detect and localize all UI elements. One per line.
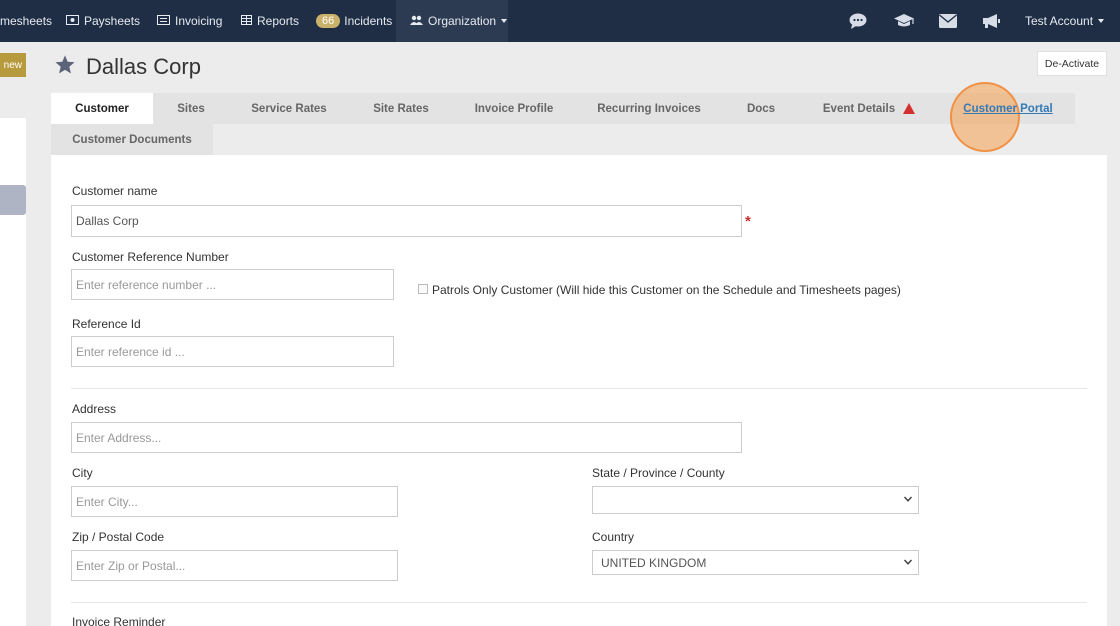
- city-input[interactable]: Enter City...: [71, 486, 398, 517]
- city-label: City: [72, 466, 93, 480]
- country-label: Country: [592, 530, 635, 544]
- state-select[interactable]: [592, 486, 919, 514]
- deactivate-button[interactable]: De-Activate: [1037, 51, 1107, 76]
- tab-recurring-invoices[interactable]: Recurring Invoices: [592, 93, 706, 124]
- customer-name-label: Customer name: [72, 184, 158, 198]
- caret-down-icon: [501, 19, 508, 23]
- nav-organization-label: Organization: [428, 14, 497, 28]
- nav-timesheets-label: mesheets: [0, 14, 53, 28]
- section-divider: [71, 388, 1087, 389]
- nav-incidents-label: Incidents: [344, 14, 393, 28]
- nav-organization-dropdown[interactable]: Organization: [396, 0, 508, 42]
- state-label: State / Province / County: [592, 466, 725, 480]
- nav-timesheets[interactable]: mesheets: [0, 0, 52, 42]
- section-divider: [71, 602, 1087, 603]
- customer-name-input[interactable]: Dallas Corp: [71, 205, 742, 237]
- tab-service-rates-label: Service Rates: [251, 102, 327, 115]
- tab-customer-documents-label: Customer Documents: [72, 133, 192, 146]
- caret-down-icon: [1098, 19, 1105, 23]
- country-select[interactable]: UNITED KINGDOM: [592, 550, 919, 575]
- warning-icon: [903, 103, 916, 114]
- nav-paysheets-label: Paysheets: [84, 14, 141, 28]
- tab-site-rates-label: Site Rates: [373, 102, 429, 115]
- account-label: Test Account: [1025, 14, 1094, 28]
- megaphone-icon[interactable]: [981, 11, 1001, 31]
- tab-recurring-invoices-label: Recurring Invoices: [597, 102, 701, 115]
- patrols-only-label: Patrols Only Customer (Will hide this Cu…: [432, 283, 901, 297]
- tab-invoice-profile-label: Invoice Profile: [474, 102, 554, 115]
- nav-reports[interactable]: Reports: [241, 0, 299, 42]
- new-button-label: new: [3, 59, 22, 71]
- nav-reports-label: Reports: [257, 14, 300, 28]
- nav-paysheets[interactable]: Paysheets: [66, 0, 140, 42]
- money-icon: [66, 14, 79, 28]
- tab-event-details[interactable]: Event Details: [816, 93, 922, 124]
- invoice-icon: [157, 14, 170, 28]
- ref-id-input[interactable]: Enter reference id ...: [71, 336, 394, 367]
- country-select-value: UNITED KINGDOM: [601, 555, 707, 570]
- zip-label: Zip / Postal Code: [72, 530, 165, 544]
- tab-docs-label: Docs: [746, 102, 776, 115]
- nav-incidents[interactable]: 66 Incidents: [316, 0, 392, 42]
- ref-id-label: Reference Id: [72, 317, 141, 331]
- ref-number-label: Customer Reference Number: [72, 250, 229, 264]
- zip-input[interactable]: Enter Zip or Postal...: [71, 550, 398, 581]
- tab-docs[interactable]: Docs: [738, 93, 784, 124]
- tab-invoice-profile[interactable]: Invoice Profile: [468, 93, 560, 124]
- address-input[interactable]: Enter Address...: [71, 422, 742, 453]
- users-icon: [410, 14, 423, 28]
- graduation-cap-icon[interactable]: [892, 11, 916, 31]
- customer-form-panel: Customer name Dallas Corp * Customer Ref…: [51, 155, 1107, 626]
- table-icon: [241, 14, 252, 28]
- tab-event-details-label: Event Details: [822, 102, 896, 115]
- envelope-icon[interactable]: [938, 11, 958, 31]
- nav-invoicing-label: Invoicing: [175, 14, 223, 28]
- tab-sites[interactable]: Sites: [162, 93, 220, 124]
- incidents-count-badge: 66: [316, 14, 341, 28]
- required-indicator: *: [745, 213, 751, 230]
- tab-customer-portal[interactable]: Customer Portal: [958, 93, 1058, 124]
- patrols-only-checkbox[interactable]: [418, 284, 428, 294]
- account-dropdown[interactable]: Test Account: [1025, 0, 1105, 42]
- top-navbar: mesheets Paysheets Invoicing Reports 66 …: [0, 0, 1120, 42]
- tab-customer-documents[interactable]: Customer Documents: [51, 124, 213, 155]
- ref-number-input[interactable]: Enter reference number ...: [71, 269, 394, 300]
- tab-customer-label: Customer: [75, 102, 129, 115]
- address-label: Address: [72, 402, 117, 416]
- new-button[interactable]: new: [0, 53, 26, 77]
- tab-service-rates[interactable]: Service Rates: [244, 93, 334, 124]
- invoice-reminder-label: Invoice Reminder: [72, 615, 166, 626]
- tab-sites-label: Sites: [177, 102, 205, 115]
- page-title: Dallas Corp: [86, 54, 201, 79]
- sidebar-selected-item[interactable]: [0, 185, 26, 215]
- star-icon[interactable]: [54, 54, 76, 76]
- chevron-down-icon: [903, 558, 913, 565]
- tab-customer-portal-label: Customer Portal: [963, 102, 1053, 115]
- chat-icon[interactable]: [848, 11, 868, 31]
- tab-customer[interactable]: Customer: [51, 93, 153, 124]
- nav-invoicing[interactable]: Invoicing: [157, 0, 222, 42]
- chevron-down-icon: [903, 496, 913, 502]
- tab-site-rates[interactable]: Site Rates: [366, 93, 436, 124]
